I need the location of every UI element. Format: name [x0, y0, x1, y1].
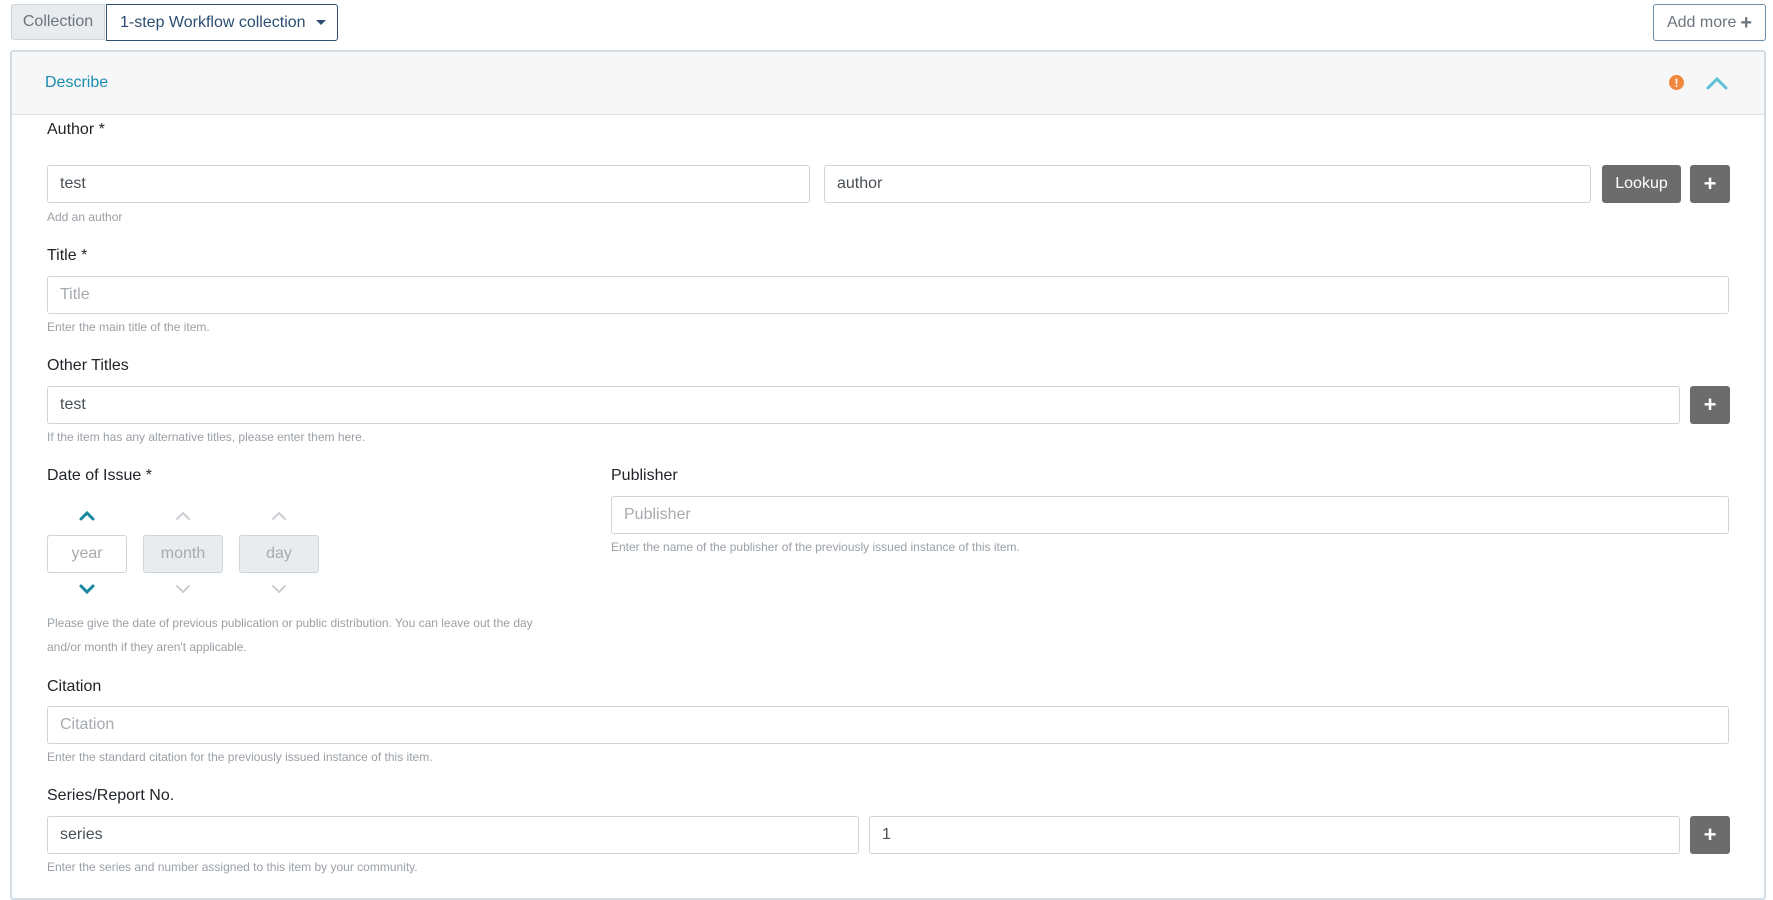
date-help-line2: and/or month if they aren't applicable.	[47, 640, 247, 654]
add-series-button[interactable]: +	[1690, 816, 1730, 854]
citation-input[interactable]: Citation	[47, 706, 1729, 744]
add-more-button[interactable]: Add more +	[1653, 4, 1766, 41]
add-other-title-button[interactable]: +	[1690, 386, 1730, 424]
add-more-label: Add more	[1666, 13, 1737, 31]
citation-help: Enter the standard citation for the prev…	[47, 750, 433, 764]
day-input[interactable]: day	[239, 535, 319, 573]
month-decrement-chevron-down-icon[interactable]	[174, 583, 192, 595]
other-titles-input[interactable]: test	[47, 386, 1680, 424]
title-help: Enter the main title of the item.	[47, 320, 210, 334]
author-help: Add an author	[47, 210, 123, 224]
plus-icon: +	[1740, 11, 1753, 34]
author-last-name-input[interactable]: test	[47, 165, 810, 203]
year-increment-chevron-up-icon[interactable]	[78, 510, 96, 522]
date-of-issue-label: Date of Issue *	[47, 467, 152, 484]
add-author-button[interactable]: +	[1690, 165, 1730, 203]
title-input[interactable]: Title	[47, 276, 1729, 314]
publisher-help: Enter the name of the publisher of the p…	[611, 540, 1020, 554]
warning-icon: !	[1669, 75, 1684, 90]
series-help: Enter the series and number assigned to …	[47, 860, 418, 874]
panel-title-describe[interactable]: Describe	[45, 74, 108, 92]
caret-down-icon	[315, 20, 326, 25]
publisher-input[interactable]: Publisher	[611, 496, 1729, 534]
year-input[interactable]: year	[47, 535, 127, 573]
day-decrement-chevron-down-icon[interactable]	[270, 583, 288, 595]
date-help-line1: Please give the date of previous publica…	[47, 616, 533, 630]
year-decrement-chevron-down-icon[interactable]	[78, 583, 96, 595]
author-label: Author *	[47, 121, 105, 138]
series-label: Series/Report No.	[47, 787, 175, 804]
title-label: Title *	[47, 247, 88, 264]
panel-header	[12, 52, 1764, 115]
series-number-input[interactable]: 1	[869, 816, 1680, 854]
collection-dropdown[interactable]: 1-step Workflow collection	[106, 4, 338, 41]
chevron-up-icon[interactable]	[1705, 75, 1729, 91]
collection-dropdown-value: 1-step Workflow collection	[120, 13, 306, 31]
month-input[interactable]: month	[143, 535, 223, 573]
other-titles-help: If the item has any alternative titles, …	[47, 430, 366, 444]
series-name-input[interactable]: series	[47, 816, 859, 854]
author-first-name-input[interactable]: author	[824, 165, 1591, 203]
citation-label: Citation	[47, 678, 102, 695]
collection-label: Collection	[11, 4, 105, 40]
other-titles-label: Other Titles	[47, 357, 129, 374]
publisher-label: Publisher	[611, 467, 678, 484]
day-increment-chevron-up-icon[interactable]	[270, 510, 288, 522]
month-increment-chevron-up-icon[interactable]	[174, 510, 192, 522]
lookup-button[interactable]: Lookup	[1602, 165, 1681, 203]
